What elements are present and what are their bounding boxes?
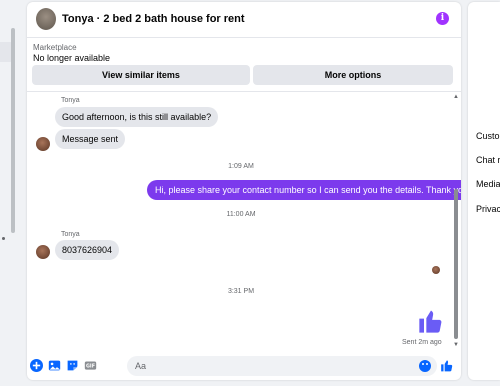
view-similar-items-button[interactable]: View similar items: [32, 65, 250, 85]
message-input[interactable]: [127, 356, 437, 376]
timestamp-separator: 3:31 PM: [227, 288, 255, 295]
large-like-icon[interactable]: [417, 306, 445, 336]
sender-name: Tonya: [61, 231, 80, 238]
svg-text:GIF: GIF: [86, 364, 95, 370]
message-bubble-incoming[interactable]: 8037626904: [55, 240, 120, 260]
left-sidebar-edge: [0, 0, 20, 386]
right-details-panel: Custo Chat r Media Privac: [468, 2, 500, 380]
timestamp-separator: 1:09 AM: [228, 163, 254, 170]
timestamp-separator: 11:00 AM: [226, 211, 256, 218]
message-composer: GIF: [27, 353, 461, 380]
plus-icon[interactable]: [30, 359, 43, 372]
customize-chat-item[interactable]: Custo: [476, 131, 500, 141]
listing-status: No longer available: [33, 53, 111, 63]
nav-dot: [2, 237, 5, 240]
sent-status: Sent 2m ago: [402, 339, 442, 346]
media-files-item[interactable]: Media: [476, 179, 500, 189]
sender-avatar[interactable]: [36, 245, 50, 259]
chat-header: Tonya · 2 bed 2 bath house for rent i: [27, 2, 461, 38]
sticker-icon[interactable]: [66, 359, 79, 372]
listing-panel: Marketplace No longer available View sim…: [27, 38, 461, 92]
sender-avatar[interactable]: [36, 137, 50, 151]
message-bubble-incoming[interactable]: Message sent: [55, 129, 126, 149]
emoji-icon[interactable]: [419, 360, 431, 372]
scroll-thumb[interactable]: [454, 189, 458, 339]
message-list: Tonya Good afternoon, is this still avai…: [27, 92, 461, 350]
seen-avatar: [432, 266, 440, 274]
listing-thumbnail[interactable]: [36, 8, 56, 30]
like-icon[interactable]: [440, 358, 454, 373]
chat-window: Tonya · 2 bed 2 bath house for rent i Ma…: [27, 2, 461, 380]
info-icon[interactable]: i: [436, 12, 449, 25]
scroll-up-arrow-icon[interactable]: ▲: [453, 94, 459, 100]
more-options-button[interactable]: More options: [253, 65, 453, 85]
listing-source-label: Marketplace: [33, 43, 77, 52]
conversation-title[interactable]: Tonya · 2 bed 2 bath house for rent: [62, 13, 245, 25]
chat-info-item[interactable]: Chat r: [476, 155, 500, 165]
sender-name: Tonya: [61, 97, 80, 104]
message-bubble-outgoing[interactable]: Hi, please share your contact number so …: [147, 180, 461, 200]
photo-icon[interactable]: [48, 359, 61, 372]
scroll-down-arrow-icon[interactable]: ▼: [453, 342, 459, 348]
left-scrollbar[interactable]: [11, 28, 15, 233]
privacy-support-item[interactable]: Privac: [476, 204, 500, 214]
message-bubble-incoming[interactable]: Good afternoon, is this still available?: [55, 107, 219, 127]
gif-icon[interactable]: GIF: [84, 359, 97, 372]
message-scrollbar[interactable]: ▲ ▼: [453, 94, 459, 350]
